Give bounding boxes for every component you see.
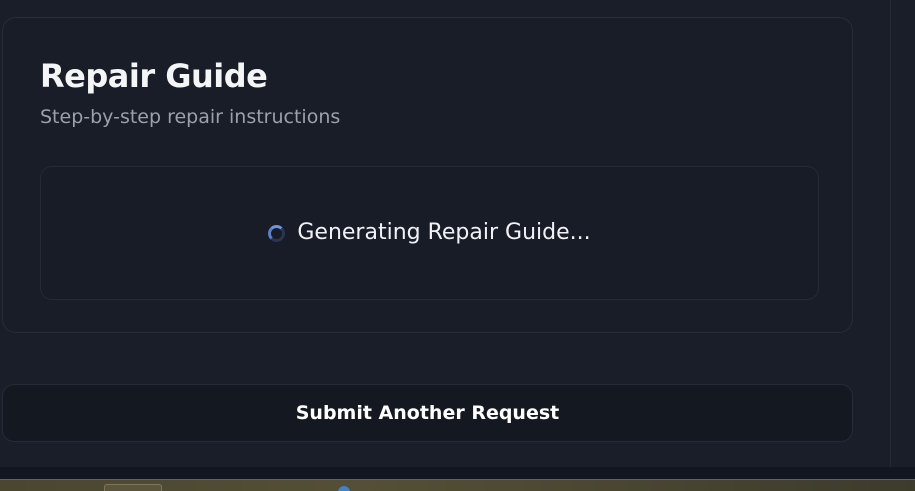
repair-guide-card: Repair Guide Step-by-step repair instruc… (2, 17, 853, 333)
loading-panel: Generating Repair Guide... (40, 166, 819, 300)
loading-status-text: Generating Repair Guide... (297, 220, 591, 245)
panel-divider (890, 0, 891, 467)
spinner-icon (268, 224, 286, 242)
bottom-strip (0, 467, 915, 479)
taskbar-item[interactable] (104, 484, 162, 491)
card-title: Repair Guide (40, 57, 268, 95)
card-subtitle: Step-by-step repair instructions (40, 106, 341, 128)
taskbar (0, 479, 915, 491)
browser-icon[interactable] (338, 486, 350, 491)
submit-another-request-button[interactable]: Submit Another Request (2, 384, 853, 442)
page: Repair Guide Step-by-step repair instruc… (0, 0, 915, 491)
